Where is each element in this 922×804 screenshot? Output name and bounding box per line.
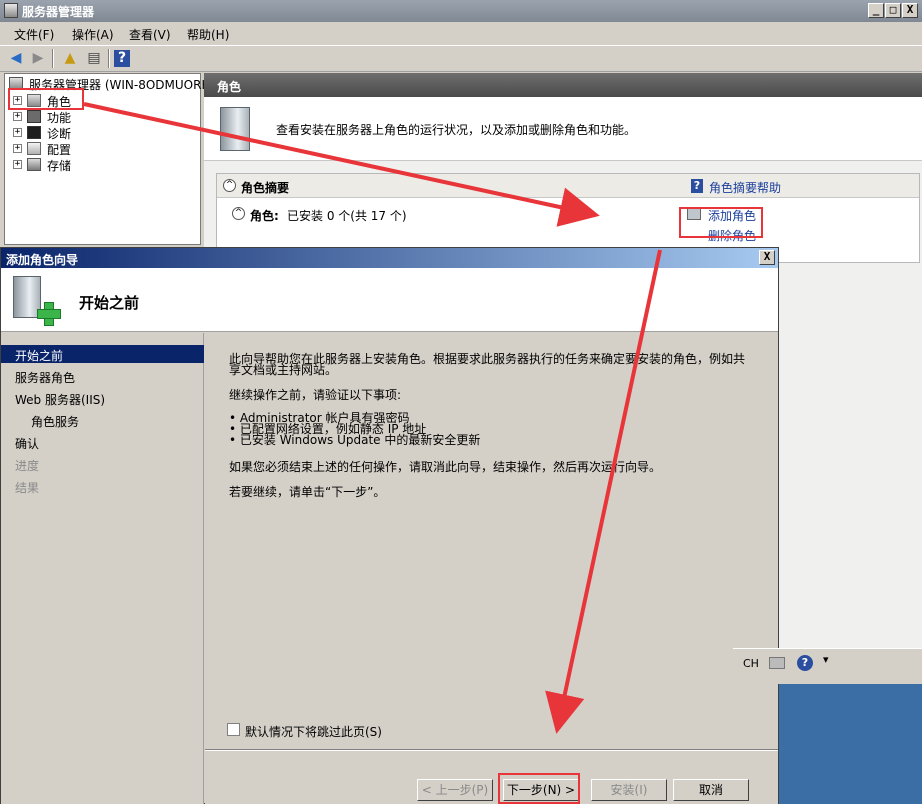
verify-heading: 继续操作之前，请验证以下事项: [229, 388, 402, 402]
storage-icon [27, 158, 41, 171]
roles-summary-help-link[interactable]: 角色摘要帮助 [709, 179, 781, 196]
diagnostics-icon [27, 126, 41, 139]
wizard-close-button[interactable]: X [759, 250, 775, 265]
minimize-button[interactable]: _ [868, 3, 884, 18]
features-icon [27, 110, 41, 123]
menu-bar: 文件(F) 操作(A) 查看(V) 帮助(H) [0, 22, 922, 45]
skip-page-label: 默认情况下将跳过此页(S) [245, 725, 382, 739]
tree-item-storage[interactable]: + 存储 [5, 157, 85, 173]
annotation-box-next [498, 773, 580, 804]
toolbar: ◀ ▶ ▲ ▤ ? [0, 45, 922, 72]
keyboard-icon[interactable] [769, 657, 785, 669]
install-button[interactable]: 安装(I) [591, 779, 667, 801]
add-roles-wizard: 添加角色向导 X 开始之前 开始之前 服务器角色 Web 服务器(IIS) 角色… [0, 247, 779, 804]
roles-installed-count: 已安装 0 个(共 17 个) [287, 209, 407, 223]
expand-icon[interactable]: + [13, 144, 22, 153]
close-button[interactable]: X [902, 3, 918, 18]
wizard-title-bar: 添加角色向导 X [1, 248, 778, 268]
bullet-updates: • 已安装 Windows Update 中的最新安全更新 [229, 433, 481, 447]
toolbar-separator [52, 49, 54, 68]
description-band: 查看安装在服务器上角色的运行状况，以及添加或删除角色和功能。 [204, 97, 922, 161]
desktop-background [779, 684, 922, 804]
tree-item-diagnostics[interactable]: + 诊断 [5, 125, 85, 141]
roles-description: 查看安装在服务器上角色的运行状况，以及添加或删除角色和功能。 [276, 123, 637, 137]
collapse-icon[interactable]: ^ [232, 207, 245, 220]
annotation-box-roles [8, 88, 84, 110]
footer-divider [205, 749, 778, 751]
language-indicator[interactable]: CH [743, 657, 759, 670]
tree-item-label: 功能 [47, 111, 72, 125]
up-folder-icon[interactable]: ▲ [60, 49, 80, 68]
collapse-icon[interactable]: ^ [223, 179, 236, 192]
step-server-roles[interactable]: 服务器角色 [1, 367, 204, 385]
roles-server-icon [220, 107, 250, 151]
help-icon: ? [691, 179, 703, 193]
content-header: 角色 [204, 73, 922, 97]
wizard-body: 此向导帮助您在此服务器上安装角色。根据要求此服务器执行的任务来确定要安装的角色，… [205, 333, 778, 804]
expand-icon[interactable]: + [13, 128, 22, 137]
help-icon[interactable]: ? [114, 50, 130, 67]
tree-item-label: 存储 [47, 159, 72, 173]
roles-summary-header: ^ 角色摘要 ? 角色摘要帮助 [217, 174, 919, 198]
cancel-button[interactable]: 取消 [673, 779, 749, 801]
menu-file[interactable]: 文件(F) [14, 26, 54, 43]
step-progress: 进度 [15, 459, 40, 473]
language-bar: CH ? ▾ [733, 648, 922, 684]
window-title: 服务器管理器 [22, 5, 95, 19]
step-confirmation[interactable]: 确认 [1, 433, 204, 451]
continue-instruction: 若要继续，请单击“下一步”。 [229, 485, 386, 499]
menu-action[interactable]: 操作(A) [72, 26, 114, 43]
step-role-services[interactable]: 角色服务 [1, 411, 204, 429]
wizard-steps-nav: 开始之前 服务器角色 Web 服务器(IIS) 角色服务 确认 进度 结果 [1, 333, 204, 804]
roles-summary-title: 角色摘要 [241, 181, 290, 195]
wizard-page-title: 开始之前 [79, 294, 140, 312]
expand-icon[interactable]: + [13, 112, 22, 121]
annotation-box-add-roles [679, 207, 763, 238]
wizard-header: 开始之前 [1, 268, 778, 332]
expand-icon[interactable]: + [13, 160, 22, 169]
add-plus-icon [37, 302, 61, 326]
roles-label: 角色: [250, 209, 279, 223]
menu-help[interactable]: 帮助(H) [187, 26, 229, 43]
main-title-bar: 服务器管理器 _ □ X [0, 0, 922, 22]
tree-item-label: 配置 [47, 143, 72, 157]
skip-page-checkbox[interactable] [227, 723, 240, 736]
menu-view[interactable]: 查看(V) [129, 26, 171, 43]
show-hide-tree-icon[interactable]: ▤ [84, 49, 104, 68]
tree-item-label: 诊断 [47, 127, 72, 141]
forward-arrow-icon[interactable]: ▶ [28, 49, 48, 68]
maximize-button[interactable]: □ [885, 3, 901, 18]
tree-item-features[interactable]: + 功能 [5, 109, 85, 125]
configuration-icon [27, 142, 41, 155]
step-results: 结果 [15, 481, 40, 495]
wizard-title: 添加角色向导 [6, 253, 79, 267]
tree-item-configuration[interactable]: + 配置 [5, 141, 85, 157]
step-web-server-iis[interactable]: Web 服务器(IIS) [1, 389, 204, 407]
toolbar-separator [108, 49, 110, 68]
step-before-you-begin[interactable]: 开始之前 [1, 345, 204, 363]
back-button[interactable]: < 上一步(P) [417, 779, 493, 801]
options-arrow-icon[interactable]: ▾ [823, 653, 829, 666]
back-arrow-icon[interactable]: ◀ [6, 49, 26, 68]
intro-line-2: 享文档或主持网站。 [229, 363, 338, 377]
help-icon[interactable]: ? [797, 655, 813, 671]
server-manager-icon [4, 3, 18, 18]
cancel-instruction: 如果您必须结束上述的任何操作，请取消此向导，结束操作，然后再次运行向导。 [229, 460, 662, 474]
